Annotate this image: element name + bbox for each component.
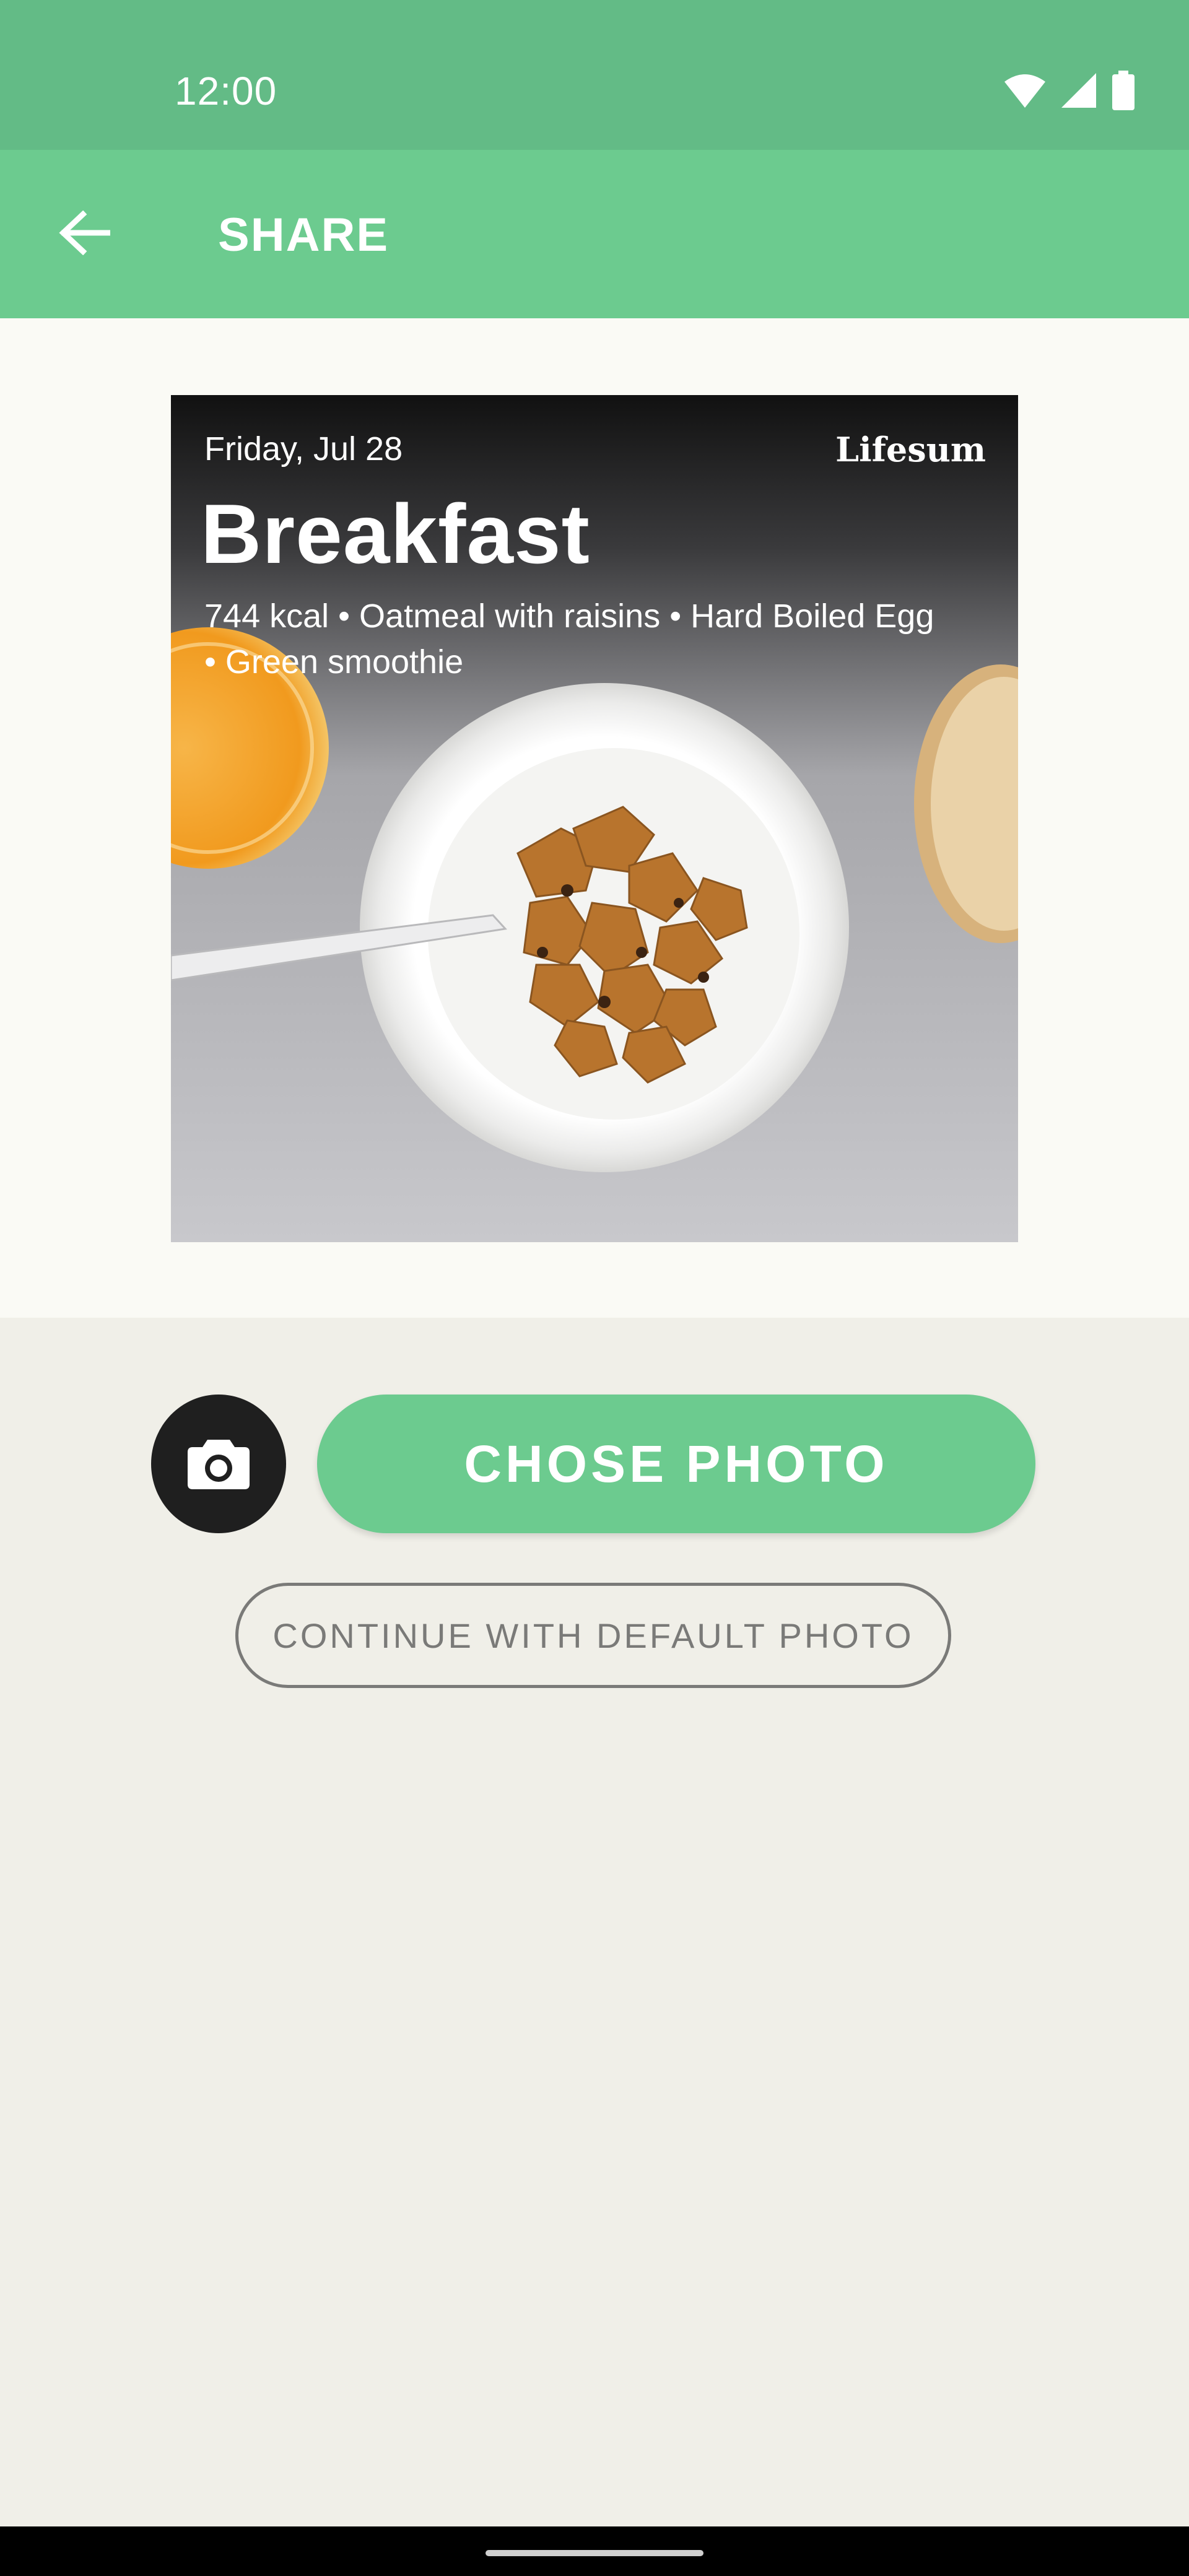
home-gesture-handle[interactable] [486, 2550, 703, 2556]
status-icons [1004, 68, 1135, 113]
share-card-preview: Friday, Jul 28 Lifesum Breakfast 744 kca… [171, 395, 1018, 1242]
camera-button[interactable] [151, 1395, 286, 1533]
system-nav-bar [0, 2526, 1189, 2576]
status-bar: 12:00 [0, 0, 1189, 150]
meal-summary: 744 kcal • Oatmeal with raisins • Hard B… [204, 598, 934, 681]
back-button[interactable] [50, 199, 119, 269]
share-preview-area: Friday, Jul 28 Lifesum Breakfast 744 kca… [0, 318, 1189, 1318]
share-card-date: Friday, Jul 28 [204, 430, 403, 468]
camera-icon [188, 1436, 250, 1492]
continue-default-photo-button[interactable]: CONTINUE WITH DEFAULT PHOTO [235, 1583, 951, 1688]
app-bar: SHARE [0, 150, 1189, 318]
choose-photo-button[interactable]: CHOSE PHOTO [317, 1395, 1035, 1533]
meal-title: Breakfast [201, 487, 590, 581]
page-title: SHARE [218, 209, 390, 261]
status-time: 12:00 [175, 69, 277, 113]
battery-icon [1112, 71, 1135, 110]
wifi-icon [1004, 73, 1045, 108]
lifesum-logo: Lifesum [835, 430, 986, 469]
signal-icon [1061, 73, 1096, 108]
arrow-back-icon [58, 210, 111, 258]
